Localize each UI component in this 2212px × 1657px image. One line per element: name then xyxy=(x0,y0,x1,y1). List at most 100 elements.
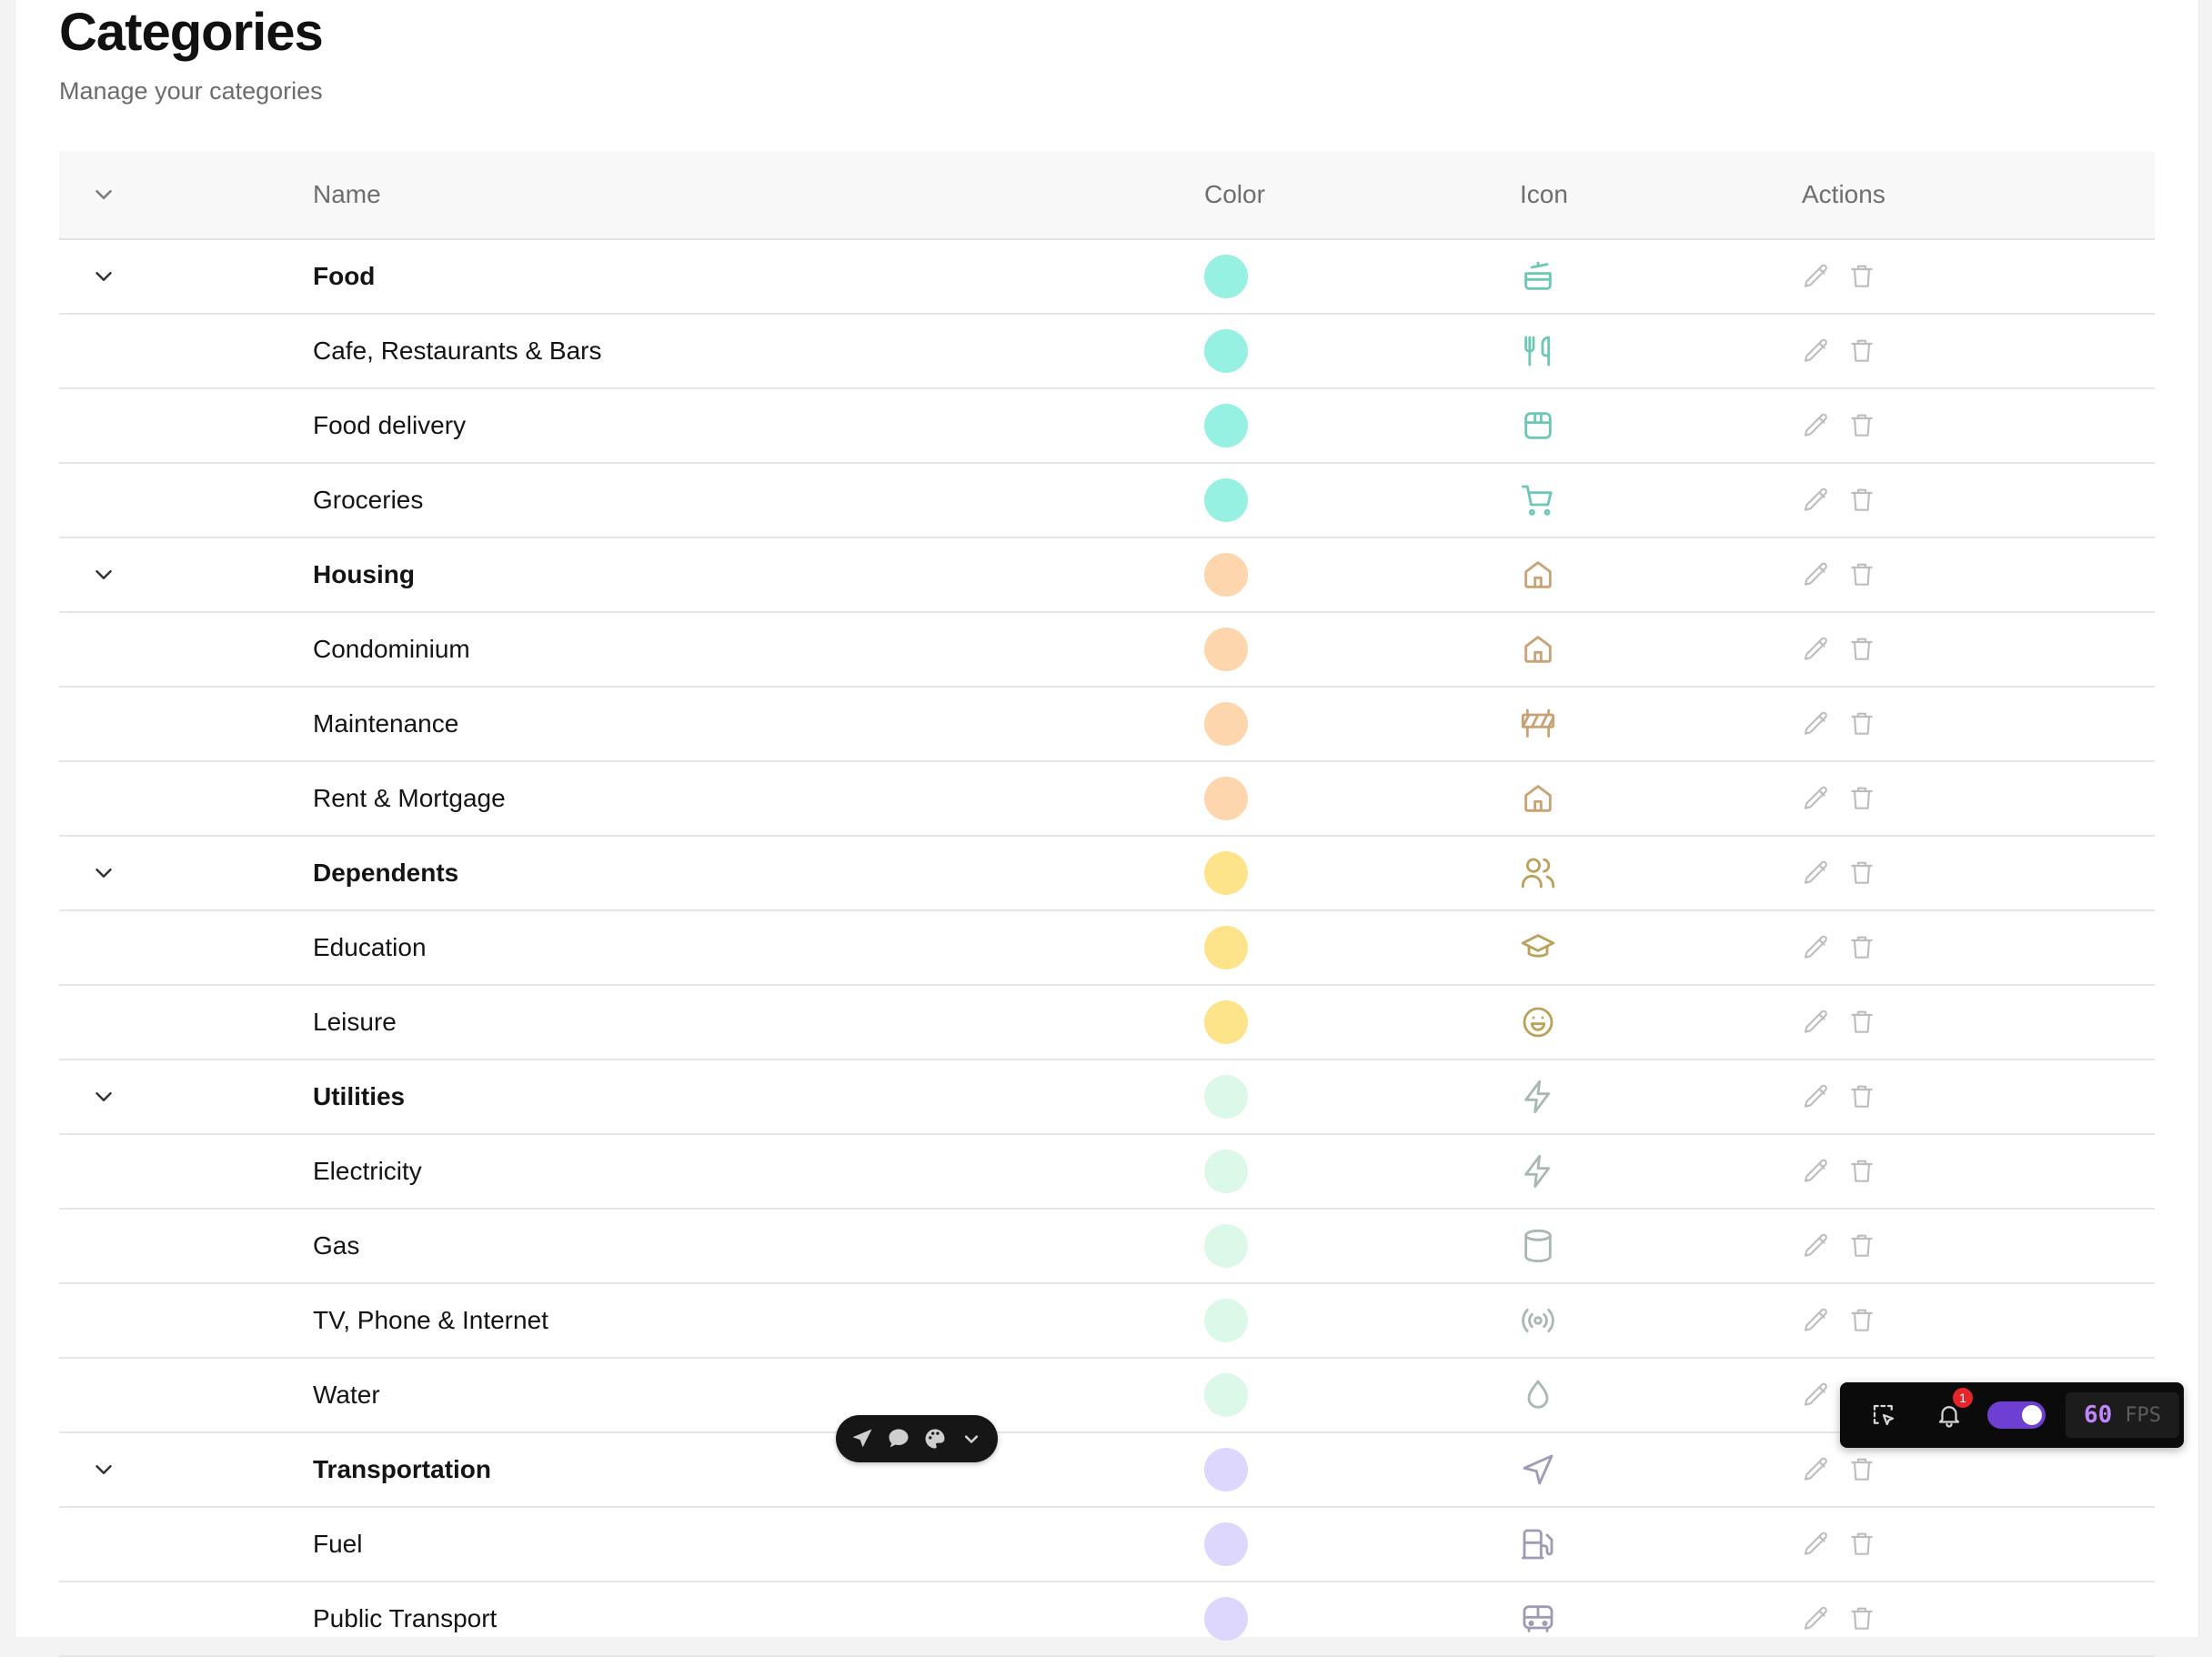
edit-button[interactable] xyxy=(1802,859,1831,888)
category-row[interactable]: Leisure xyxy=(59,986,2155,1060)
fps-meter: 60 FPS xyxy=(2066,1392,2180,1438)
trash-icon xyxy=(1847,1157,1876,1186)
collapse-toggle[interactable] xyxy=(90,1433,126,1506)
trash-icon xyxy=(1847,859,1876,888)
delete-button[interactable] xyxy=(1847,933,1876,962)
delete-button[interactable] xyxy=(1847,1008,1876,1037)
edit-button[interactable] xyxy=(1802,635,1831,664)
edit-button[interactable] xyxy=(1802,933,1831,962)
edit-button[interactable] xyxy=(1802,1008,1831,1037)
collapse-toggle[interactable] xyxy=(90,240,126,313)
bell-icon[interactable]: 1 xyxy=(1933,1388,1973,1431)
category-row[interactable]: TV, Phone & Internet xyxy=(59,1284,2155,1359)
category-group-row[interactable]: Housing xyxy=(59,538,2155,613)
category-name: Utilities xyxy=(313,1082,406,1110)
delete-button[interactable] xyxy=(1847,709,1876,738)
row-spacer xyxy=(90,986,126,1059)
delete-button[interactable] xyxy=(1847,1455,1876,1484)
edit-button[interactable] xyxy=(1802,336,1831,366)
column-header-name[interactable]: Name xyxy=(313,180,381,209)
delete-button[interactable] xyxy=(1847,1306,1876,1335)
category-name: Education xyxy=(313,933,427,961)
edit-button[interactable] xyxy=(1802,1231,1831,1260)
smile-icon xyxy=(1520,1004,1556,1040)
page: Categories Manage your categories Name C… xyxy=(15,0,2199,1657)
pencil-icon xyxy=(1802,1306,1831,1335)
chevron-down-icon[interactable] xyxy=(959,1426,984,1451)
trash-icon xyxy=(1847,784,1876,813)
color-swatch xyxy=(1204,851,1248,895)
notification-badge: 1 xyxy=(1953,1388,1973,1408)
category-group-row[interactable]: Dependents xyxy=(59,837,2155,911)
category-name: Food xyxy=(313,262,376,290)
chevron-down-icon xyxy=(90,1083,117,1110)
category-row[interactable]: Food delivery xyxy=(59,389,2155,464)
color-swatch xyxy=(1204,1448,1248,1491)
delete-button[interactable] xyxy=(1847,1530,1876,1559)
fps-label: FPS xyxy=(2125,1403,2162,1427)
select-element-icon[interactable] xyxy=(1867,1399,1900,1431)
category-row[interactable]: Rent & Mortgage xyxy=(59,762,2155,837)
delete-button[interactable] xyxy=(1847,486,1876,515)
color-swatch xyxy=(1204,1522,1248,1566)
edit-button[interactable] xyxy=(1802,1082,1831,1111)
delete-button[interactable] xyxy=(1847,1157,1876,1186)
row-spacer xyxy=(90,1359,126,1431)
palette-icon[interactable] xyxy=(922,1426,948,1451)
row-spacer xyxy=(90,464,126,537)
delete-button[interactable] xyxy=(1847,1604,1876,1633)
delete-button[interactable] xyxy=(1847,635,1876,664)
category-row[interactable]: Condominium xyxy=(59,613,2155,688)
edit-button[interactable] xyxy=(1802,411,1831,440)
page-subtitle: Manage your categories xyxy=(59,77,323,105)
category-row[interactable]: Education xyxy=(59,911,2155,986)
edit-button[interactable] xyxy=(1802,262,1831,291)
collapse-toggle[interactable] xyxy=(90,1060,126,1133)
edit-button[interactable] xyxy=(1802,1530,1831,1559)
category-row[interactable]: Fuel xyxy=(59,1508,2155,1582)
edit-button[interactable] xyxy=(1802,1455,1831,1484)
edit-button[interactable] xyxy=(1802,1381,1831,1410)
fps-value: 60 xyxy=(2084,1401,2113,1429)
delete-button[interactable] xyxy=(1847,784,1876,813)
edit-button[interactable] xyxy=(1802,1604,1831,1633)
trash-icon xyxy=(1847,1231,1876,1260)
edit-button[interactable] xyxy=(1802,560,1831,589)
color-swatch xyxy=(1204,1299,1248,1342)
delete-button[interactable] xyxy=(1847,336,1876,366)
pencil-icon xyxy=(1802,486,1831,515)
color-swatch xyxy=(1204,1597,1248,1641)
category-row[interactable]: Cafe, Restaurants & Bars xyxy=(59,315,2155,389)
category-name: Condominium xyxy=(313,635,470,663)
category-row[interactable]: Public Transport xyxy=(59,1582,2155,1657)
navigation-icon xyxy=(1520,1451,1556,1488)
collapse-toggle[interactable] xyxy=(90,837,126,909)
shopping-cart-icon xyxy=(1520,482,1556,518)
pencil-icon xyxy=(1802,1530,1831,1559)
comment-icon[interactable] xyxy=(886,1426,911,1451)
category-row[interactable]: Electricity xyxy=(59,1135,2155,1210)
category-row[interactable]: Gas xyxy=(59,1210,2155,1284)
category-group-row[interactable]: Utilities xyxy=(59,1060,2155,1135)
category-row[interactable]: Groceries xyxy=(59,464,2155,538)
delete-button[interactable] xyxy=(1847,411,1876,440)
delete-button[interactable] xyxy=(1847,1082,1876,1111)
category-group-row[interactable]: Food xyxy=(59,240,2155,315)
pencil-icon xyxy=(1802,262,1831,291)
delete-button[interactable] xyxy=(1847,560,1876,589)
floating-toolbar xyxy=(836,1415,998,1462)
edit-button[interactable] xyxy=(1802,1157,1831,1186)
send-icon[interactable] xyxy=(850,1426,875,1451)
collapse-toggle[interactable] xyxy=(90,538,126,611)
dev-mode-toggle[interactable] xyxy=(1987,1401,2046,1429)
edit-button[interactable] xyxy=(1802,784,1831,813)
delete-button[interactable] xyxy=(1847,262,1876,291)
chevron-down-icon xyxy=(90,561,117,588)
delete-button[interactable] xyxy=(1847,1231,1876,1260)
edit-button[interactable] xyxy=(1802,1306,1831,1335)
edit-button[interactable] xyxy=(1802,486,1831,515)
collapse-all-button[interactable] xyxy=(90,151,126,238)
delete-button[interactable] xyxy=(1847,859,1876,888)
category-row[interactable]: Maintenance xyxy=(59,688,2155,762)
edit-button[interactable] xyxy=(1802,709,1831,738)
